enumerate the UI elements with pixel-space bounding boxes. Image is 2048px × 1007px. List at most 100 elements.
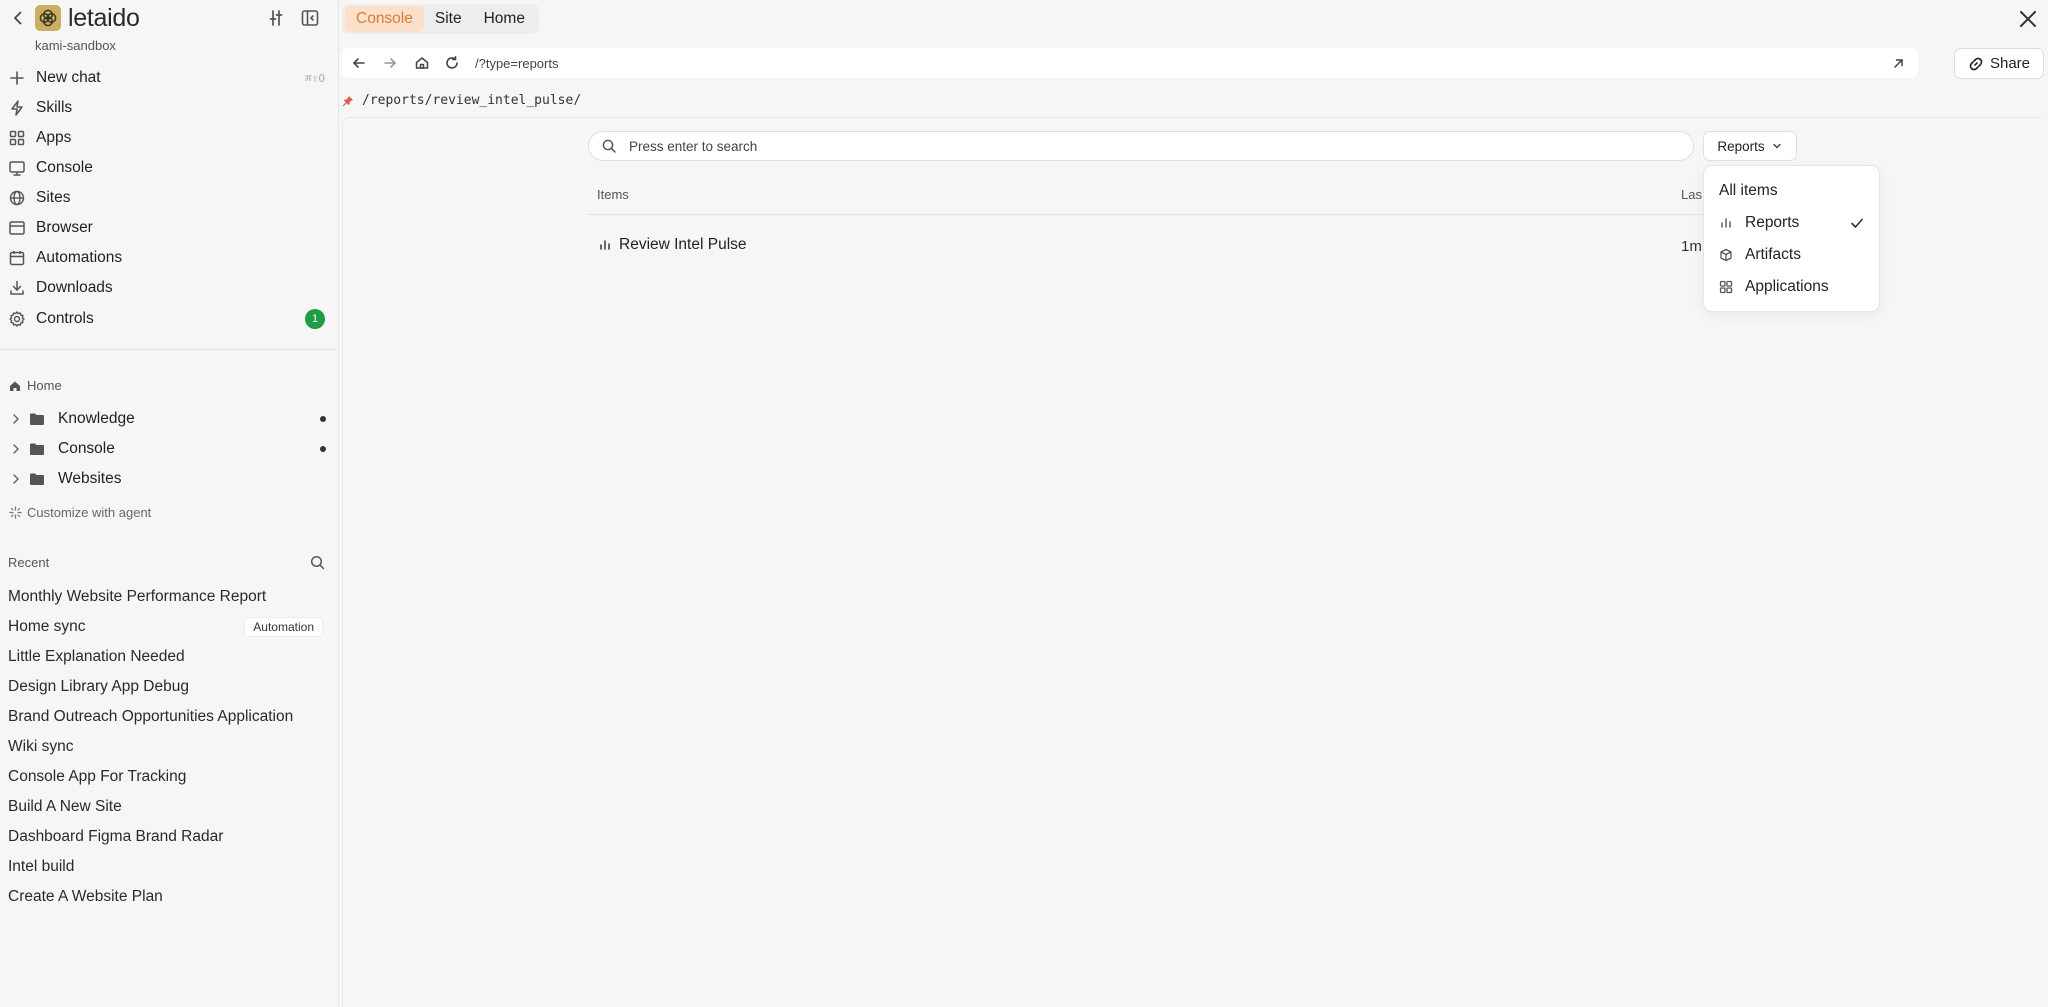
menu-item-reports[interactable]: Reports <box>1704 209 1881 237</box>
tab-console[interactable]: Console <box>345 6 424 32</box>
share-label: Share <box>1989 55 2031 72</box>
recent-item[interactable]: Console App For Tracking <box>8 763 333 791</box>
share-button[interactable]: Share <box>1954 48 2044 79</box>
menu-item-artifacts[interactable]: Artifacts <box>1704 241 1881 269</box>
external-link-icon[interactable] <box>1891 56 1906 71</box>
folder-websites[interactable]: Websites <box>0 466 339 492</box>
brand-name: letaido <box>68 4 140 32</box>
browser-icon <box>8 219 26 237</box>
workspace-name: kami-sandbox <box>35 38 116 53</box>
home-icon[interactable] <box>414 55 430 71</box>
column-header-last[interactable]: Las <box>1681 187 1702 202</box>
menu-item-label: Applications <box>1745 278 1829 295</box>
recent-item-label: Create A Website Plan <box>8 888 163 905</box>
recent-item[interactable]: Dashboard Figma Brand Radar <box>8 823 333 851</box>
cube-icon <box>1719 248 1733 262</box>
search-icon <box>601 138 617 154</box>
row-last-modified: 1m <box>1681 238 1702 255</box>
checkmark-icon <box>1849 215 1865 231</box>
link-icon <box>1968 56 1984 72</box>
nav-console[interactable]: Console <box>0 154 339 182</box>
url-text[interactable]: /?type=reports <box>475 56 558 71</box>
chevron-right-icon[interactable] <box>9 412 23 426</box>
search-icon[interactable] <box>309 554 326 571</box>
folder-label: Websites <box>58 470 122 487</box>
download-icon <box>8 279 26 297</box>
folder-icon <box>28 470 46 488</box>
recent-item[interactable]: Home sync Automation <box>8 613 333 641</box>
back-chevron-icon[interactable] <box>8 8 28 28</box>
sparkle-icon <box>8 505 23 520</box>
folder-icon <box>28 440 46 458</box>
menu-item-label: Reports <box>1745 214 1800 231</box>
bar-chart-icon <box>1719 216 1733 230</box>
column-header-items[interactable]: Items <box>597 187 629 202</box>
recent-item-label: Monthly Website Performance Report <box>8 588 267 605</box>
close-icon[interactable] <box>2016 7 2040 31</box>
nav-new-chat[interactable]: New chat ⌘⇧O <box>0 64 339 92</box>
sidebar-toggle-icon[interactable] <box>299 7 321 29</box>
nav-label: Skills <box>36 99 73 116</box>
recent-item[interactable]: Little Explanation Needed <box>8 643 333 671</box>
search-bar <box>588 131 1694 161</box>
chevron-right-icon[interactable] <box>9 472 23 486</box>
nav-label: New chat <box>36 69 101 86</box>
nav-apps[interactable]: Apps <box>0 124 339 152</box>
breadcrumb-path[interactable]: /reports/review_intel_pulse/ <box>362 93 581 108</box>
home-section-label[interactable]: Home <box>8 378 62 393</box>
menu-item-all-items[interactable]: All items <box>1704 177 1881 205</box>
pin-icon <box>342 95 354 107</box>
type-filter-dropdown[interactable]: Reports <box>1703 131 1797 161</box>
nav-label: Automations <box>36 249 123 266</box>
menu-item-applications[interactable]: Applications <box>1704 273 1881 301</box>
home-icon <box>8 379 22 393</box>
type-filter-menu: All items Reports Artifacts Applications <box>1703 165 1880 312</box>
recent-item[interactable]: Brand Outreach Opportunities Application <box>8 703 333 731</box>
recent-item[interactable]: Wiki sync <box>8 733 333 761</box>
breadcrumb: /reports/review_intel_pulse/ <box>342 93 581 108</box>
nav-automations[interactable]: Automations <box>0 244 339 272</box>
gear-icon <box>8 310 26 328</box>
bolt-icon <box>8 99 26 117</box>
nav-controls[interactable]: Controls 1 <box>0 305 339 333</box>
nav-sites[interactable]: Sites <box>0 184 339 212</box>
search-input[interactable] <box>629 138 1612 154</box>
tab-home[interactable]: Home <box>473 6 536 32</box>
controls-count-badge: 1 <box>305 309 325 329</box>
globe-icon <box>8 189 26 207</box>
nav-label: Apps <box>36 129 72 146</box>
recent-item[interactable]: Build A New Site <box>8 793 333 821</box>
nav-skills[interactable]: Skills <box>0 94 339 122</box>
home-label-text: Home <box>27 378 62 393</box>
arrow-right-icon[interactable] <box>382 55 398 71</box>
bar-chart-icon <box>598 238 612 252</box>
shortcut-hint: ⌘⇧O <box>305 71 325 85</box>
menu-item-label: Artifacts <box>1745 246 1801 263</box>
recent-item[interactable]: Design Library App Debug <box>8 673 333 701</box>
monitor-icon <box>8 159 26 177</box>
recent-item-label: Console App For Tracking <box>8 768 187 785</box>
reload-icon[interactable] <box>444 55 460 71</box>
folder-knowledge[interactable]: Knowledge <box>0 406 339 432</box>
unread-dot <box>320 416 326 422</box>
table-row[interactable]: Review Intel Pulse <box>598 236 747 254</box>
address-bar: /?type=reports <box>342 48 1918 78</box>
sidebar: letaido kami-sandbox New chat ⌘⇧O Skills… <box>0 0 339 1007</box>
sliders-icon[interactable] <box>265 7 287 29</box>
nav-label: Browser <box>36 219 93 236</box>
sidebar-divider <box>0 349 339 350</box>
customize-label: Customize with agent <box>27 505 152 520</box>
recent-item[interactable]: Intel build <box>8 853 333 881</box>
nav-browser[interactable]: Browser <box>0 214 339 242</box>
folder-console[interactable]: Console <box>0 436 339 462</box>
nav-downloads[interactable]: Downloads <box>0 274 339 302</box>
nav-label: Console <box>36 159 93 176</box>
recent-item[interactable]: Create A Website Plan <box>8 883 333 911</box>
recent-item[interactable]: Monthly Website Performance Report <box>8 583 333 611</box>
folder-label: Console <box>58 440 115 457</box>
arrow-left-icon[interactable] <box>351 55 367 71</box>
tab-site[interactable]: Site <box>424 6 473 32</box>
customize-with-agent-button[interactable]: Customize with agent <box>8 505 151 520</box>
chevron-right-icon[interactable] <box>9 442 23 456</box>
automation-tag: Automation <box>244 617 323 637</box>
